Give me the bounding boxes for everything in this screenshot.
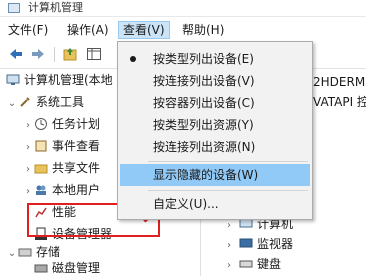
menu-item-label: 按容器列出设备(C) (153, 96, 255, 110)
tree-item-computer-management[interactable]: 计算机管理(本地 (6, 70, 113, 90)
expand-chevron-icon[interactable]: › (22, 160, 34, 180)
collapse-chevron-icon[interactable]: ⌄ (6, 244, 18, 264)
expand-chevron-icon[interactable]: › (22, 116, 34, 136)
menu-item-label: 显示隐藏的设备(W) (153, 168, 259, 182)
menu-item-devices-by-type[interactable]: 按类型列出设备(E) (120, 48, 310, 70)
tools-icon (20, 97, 30, 107)
menu-action[interactable]: 操作(A) (63, 21, 113, 39)
title-bar: 计算机管理 (0, 0, 366, 17)
shared-folder-icon (34, 164, 48, 174)
tree-item-label: 共享文件 (52, 161, 101, 175)
expand-chevron-icon[interactable]: › (22, 138, 34, 158)
device-category-monitor[interactable]: › 监视器 (227, 234, 293, 254)
tree-item-label: 磁盘管理 (52, 261, 101, 275)
menu-item-label: 按类型列出设备(E) (153, 52, 254, 66)
forward-arrow-icon[interactable] (30, 46, 46, 62)
expand-chevron-icon[interactable]: › (22, 182, 34, 202)
back-arrow-icon[interactable] (8, 46, 24, 62)
show-hide-console-tree-icon[interactable] (86, 46, 102, 62)
view-menu-dropdown: 按类型列出设备(E) 按连接列出设备(V) 按容器列出设备(C) 按类型列出资源… (117, 41, 313, 220)
tree-item-event-viewer[interactable]: › 事件查看 (22, 136, 100, 156)
menu-item-devices-by-container[interactable]: 按容器列出设备(C) (120, 92, 310, 114)
window-title: 计算机管理 (28, 1, 83, 14)
tree-item-task-scheduler[interactable]: › 任务计划 (22, 114, 100, 134)
monitor-icon (239, 238, 253, 248)
device-category-label: 键盘 (257, 257, 282, 271)
menu-help[interactable]: 帮助(H) (178, 21, 228, 39)
up-folder-icon[interactable] (62, 46, 78, 62)
device-category-label: 监视器 (257, 237, 294, 251)
computer-management-app-icon (8, 3, 20, 13)
expand-chevron-icon[interactable]: › (227, 256, 239, 276)
menu-item-label: 按连接列出资源(N) (153, 140, 256, 154)
menu-file[interactable]: 文件(F) (4, 21, 52, 39)
tree-item-local-users[interactable]: › 本地用户 (22, 180, 100, 200)
tree-item-label: 计算机管理(本地 (24, 73, 113, 87)
menu-separator (148, 161, 308, 162)
menu-bar: 文件(F) 操作(A) 查看(V) 帮助(H) (0, 18, 366, 42)
device-category-keyboard[interactable]: › 键盘 (227, 254, 281, 274)
menu-item-label: 自定义(U)... (153, 197, 219, 211)
computer-management-icon (6, 74, 20, 85)
tree-item-label: 事件查看 (52, 139, 101, 153)
expand-chevron-icon[interactable]: › (227, 236, 239, 256)
menu-item-customize[interactable]: 自定义(U)... (120, 193, 310, 215)
menu-view[interactable]: 查看(V) (118, 21, 170, 39)
menu-item-label: 按类型列出资源(Y) (153, 118, 254, 132)
tree-item-system-tools[interactable]: ⌄ 系统工具 (6, 92, 84, 112)
users-icon (36, 185, 46, 195)
menu-item-resources-by-connection[interactable]: 按连接列出资源(N) (120, 136, 310, 158)
disk-management-icon (34, 264, 48, 273)
collapse-chevron-icon[interactable]: ⌄ (6, 94, 18, 114)
keyboard-icon (239, 260, 253, 268)
tree-item-label: 系统工具 (36, 95, 85, 109)
task-scheduler-icon (35, 118, 47, 130)
toolbar-separator (54, 47, 55, 62)
tree-item-label: 任务计划 (52, 117, 101, 131)
storage-icon (18, 248, 32, 257)
menu-item-show-hidden-devices[interactable]: 显示隐藏的设备(W) (120, 164, 310, 186)
menu-separator (148, 190, 308, 191)
menu-item-resources-by-type[interactable]: 按类型列出资源(Y) (120, 114, 310, 136)
tree-item-label: 本地用户 (52, 183, 101, 197)
event-viewer-icon (35, 140, 47, 152)
menu-item-label: 按连接列出设备(V) (153, 74, 255, 88)
device-name-fragment: 2HDERM (313, 75, 366, 89)
tree-item-label: 存储 (36, 245, 61, 259)
tree-item-shared-folders[interactable]: › 共享文件 (22, 158, 100, 178)
device-name-fragment: VATAPI 控 (313, 95, 366, 109)
tree-item-disk-management[interactable]: 磁盘管理 (34, 258, 100, 278)
menu-item-devices-by-connection[interactable]: 按连接列出设备(V) (120, 70, 310, 92)
radio-bullet-icon (130, 56, 136, 62)
